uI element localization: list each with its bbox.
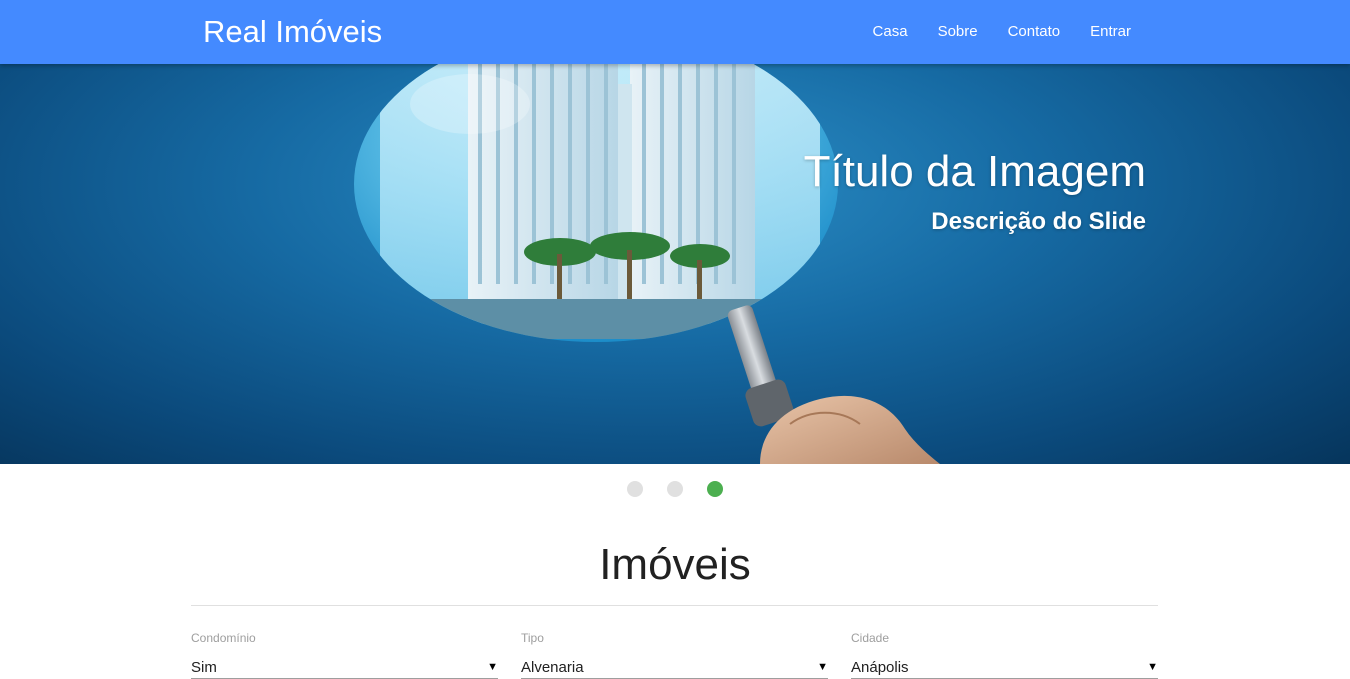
cidade-select-value: Anápolis xyxy=(851,659,909,676)
navbar: Real Imóveis Casa Sobre Contato Entrar xyxy=(0,0,1350,64)
nav-link-sobre[interactable]: Sobre xyxy=(923,0,993,64)
brand-logo[interactable]: Real Imóveis xyxy=(203,12,382,52)
filter-cidade: Cidade Anápolis ▼ xyxy=(851,630,1158,679)
filter-condominio: Condomínio Sim ▼ xyxy=(191,630,498,679)
slide-image xyxy=(354,64,940,464)
nav-link-casa[interactable]: Casa xyxy=(858,0,923,64)
filter-label-condominio: Condomínio xyxy=(191,631,256,645)
filter-label-cidade: Cidade xyxy=(851,631,890,645)
caret-down-icon: ▼ xyxy=(1147,661,1158,673)
slider-indicator-3[interactable] xyxy=(707,481,723,497)
image-slider[interactable]: Título da Imagem Descrição do Slide xyxy=(0,64,1350,464)
slider-indicator-1[interactable] xyxy=(627,481,643,497)
nav-links: Casa Sobre Contato Entrar xyxy=(858,0,1146,64)
nav-link-entrar[interactable]: Entrar xyxy=(1075,0,1146,64)
caret-down-icon: ▼ xyxy=(817,661,828,673)
section-title: Imóveis xyxy=(599,540,751,589)
tipo-select[interactable]: Alvenaria ▼ xyxy=(521,657,828,679)
slide-description: Descrição do Slide xyxy=(931,208,1146,235)
slide-title: Título da Imagem xyxy=(803,147,1146,196)
divider xyxy=(191,605,1158,606)
condominio-select-value: Sim xyxy=(191,659,217,676)
caret-down-icon: ▼ xyxy=(487,661,498,673)
tipo-select-value: Alvenaria xyxy=(521,659,584,676)
slider-indicator-2[interactable] xyxy=(667,481,683,497)
nav-link-contato[interactable]: Contato xyxy=(993,0,1076,64)
filter-label-tipo: Tipo xyxy=(521,631,544,645)
slide-caption: Título da Imagem Descrição do Slide xyxy=(804,146,1146,238)
filter-tipo: Tipo Alvenaria ▼ xyxy=(521,630,828,679)
cidade-select[interactable]: Anápolis ▼ xyxy=(851,657,1158,679)
filters-row: Condomínio Sim ▼ Tipo Alvenaria ▼ Cidade… xyxy=(191,630,1158,679)
slider-indicators xyxy=(0,481,1350,499)
condominio-select[interactable]: Sim ▼ xyxy=(191,657,498,679)
